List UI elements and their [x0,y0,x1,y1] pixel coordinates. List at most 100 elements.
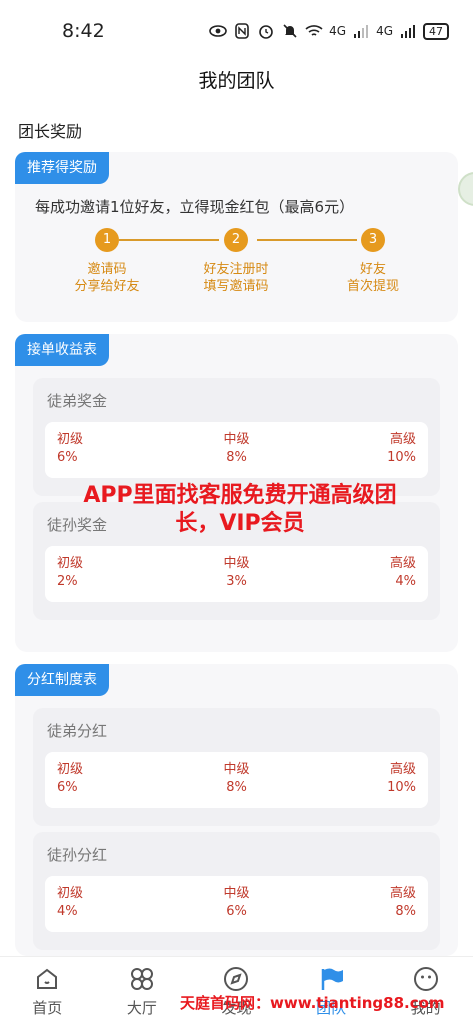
income-group-title: 徒弟奖金 [47,392,108,410]
tab-label: 大厅 [126,999,157,1017]
promo-line: 长，VIP会员 [175,511,305,536]
step-label-line: 分享给好友 [74,279,140,294]
grid-icon [130,968,153,990]
mute-icon [281,22,299,40]
face-icon [413,967,438,991]
signal-icon-2 [399,22,417,40]
compass-icon [224,967,249,991]
level-name: 中级 [223,886,250,901]
dividend-tag: 分红制度表 [15,664,109,696]
status-bar: 8:42 4G 4G 47 [0,0,473,62]
invite-reward-tag: 推荐得奖励 [15,152,109,184]
level-name: 初级 [57,762,84,777]
level-value: 10% [387,780,416,795]
step-connector [119,239,219,241]
step-label-line: 好友 [359,262,386,277]
step-label: 邀请码 分享给好友 [47,261,167,295]
level-value: 8% [226,450,247,465]
tab-label: 首页 [32,999,63,1017]
order-income-tag: 接单收益表 [15,334,109,366]
tab-team[interactable]: 团队 [284,957,379,1024]
invite-description: 每成功邀请1位好友，立得现金红包（最高6元） [35,198,355,216]
step-label: 好友 首次提现 [313,261,433,295]
step-label-line: 邀请码 [87,262,127,277]
level-row: 初级 4% 中级 6% 高级 8% [45,876,428,932]
tab-home[interactable]: 首页 [0,957,95,1024]
step-label-line: 首次提现 [346,279,399,294]
level-item: 初级 4% [57,885,83,921]
page-title: 我的团队 [198,70,275,92]
promo-overlay-text: APP里面找客服免费开通高级团 长，VIP会员 [50,482,430,538]
invite-reward-card: 推荐得奖励 每成功邀请1位好友，立得现金红包（最高6元） 1 2 3 邀请码 分… [15,152,458,322]
tab-mine[interactable]: 我的 [378,957,473,1024]
level-item: 高级 8% [390,885,416,921]
step-number: 3 [361,228,385,252]
status-icons: 4G 4G 47 [209,22,449,40]
level-name: 中级 [223,556,250,571]
promo-line: APP里面找客服免费开通高级团 [83,483,397,508]
level-value: 10% [387,450,416,465]
status-time: 8:42 [62,20,105,42]
dividend-group-title: 徒弟分红 [47,722,108,740]
level-item: 高级 10% [387,761,416,797]
level-row: 初级 6% 中级 8% 高级 10% [45,752,428,808]
signal-icon [352,22,370,40]
level-value: 6% [57,780,78,795]
step-connector [257,239,357,241]
bottom-tab-bar: 首页 大厅 发现 团队 我的 [0,956,473,1024]
home-icon [37,968,58,989]
invite-steps: 1 2 3 邀请码 分享给好友 好友注册时 填写邀请码 好友 首次提现 [15,228,458,298]
step-label-line: 填写邀请码 [203,279,269,294]
level-item: 中级 3% [195,555,278,591]
level-name: 高级 [389,762,416,777]
step-label: 好友注册时 填写邀请码 [176,261,296,295]
level-name: 高级 [389,432,416,447]
level-value: 8% [226,780,247,795]
level-value: 4% [395,574,416,589]
level-value: 4% [57,904,78,919]
level-item: 高级 4% [390,555,416,591]
eye-icon [209,22,227,40]
step-number: 2 [224,228,248,252]
battery-indicator: 47 [423,22,449,40]
flag-icon [321,968,344,990]
level-name: 初级 [57,556,84,571]
step-number: 1 [95,228,119,252]
alarm-icon [257,22,275,40]
level-value: 6% [57,450,78,465]
site-watermark: 天庭首码网：www.tianting88.com [180,994,445,1012]
nfc-icon [233,22,251,40]
level-item: 初级 6% [57,431,83,467]
tab-discover[interactable]: 发现 [189,957,284,1024]
level-row: 初级 2% 中级 3% 高级 4% [45,546,428,602]
level-value: 3% [226,574,247,589]
level-name: 高级 [389,556,416,571]
level-value: 6% [226,904,247,919]
network-type-1: 4G [329,24,347,38]
floating-service-ball[interactable] [458,172,473,206]
income-group: 徒弟奖金 初级 6% 中级 8% 高级 10% [33,378,440,496]
level-row: 初级 6% 中级 8% 高级 10% [45,422,428,478]
wifi-icon [305,22,323,40]
dividend-group: 徒孙分红 初级 4% 中级 6% 高级 8% [33,832,440,950]
dividend-group-title: 徒孙分红 [47,846,108,864]
level-name: 中级 [223,432,250,447]
level-name: 中级 [223,762,250,777]
level-item: 中级 6% [195,885,278,921]
dividend-card: 分红制度表 徒弟分红 初级 6% 中级 8% 高级 10% 徒孙分红 初级 4% 中级 6… [15,664,458,956]
level-name: 初级 [57,432,84,447]
level-name: 初级 [57,886,84,901]
level-item: 高级 10% [387,431,416,467]
level-value: 2% [57,574,78,589]
tab-hall[interactable]: 大厅 [95,957,190,1024]
level-item: 中级 8% [195,761,278,797]
level-name: 高级 [389,886,416,901]
step-label-line: 好友注册时 [203,262,269,277]
level-item: 初级 2% [57,555,83,591]
section-heading: 团长奖励 [18,122,83,141]
network-type-2: 4G [376,24,393,38]
level-value: 8% [395,904,416,919]
level-item: 初级 6% [57,761,83,797]
dividend-group: 徒弟分红 初级 6% 中级 8% 高级 10% [33,708,440,826]
level-item: 中级 8% [195,431,278,467]
